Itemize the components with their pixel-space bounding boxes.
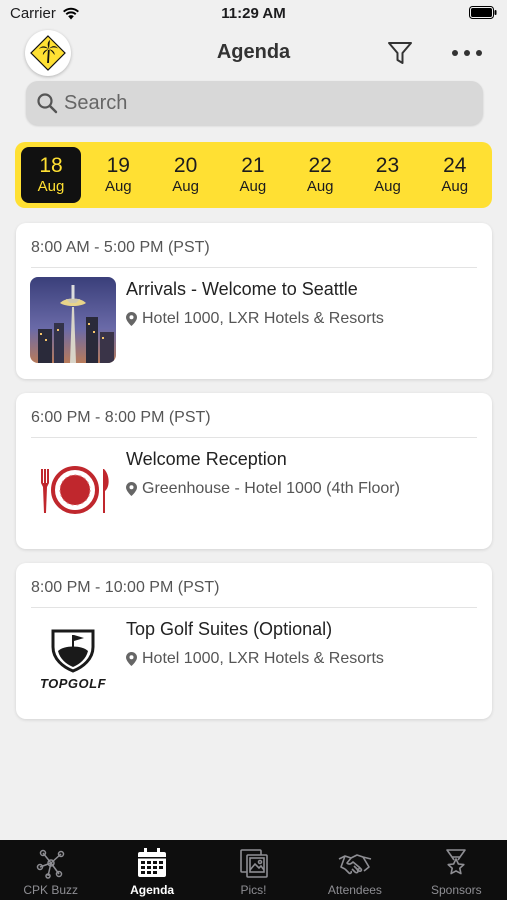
topgolf-logo-text: TOPGOLF xyxy=(39,676,107,691)
award-icon xyxy=(446,849,467,875)
date-month: Aug xyxy=(239,178,267,195)
date-item[interactable]: 23 Aug xyxy=(357,147,417,203)
card-divider xyxy=(31,267,477,268)
date-day: 24 xyxy=(443,154,467,177)
status-time: 11:29 AM xyxy=(221,5,286,22)
tab-bar: CPK Buzz Agenda Pics! Attendees Sponsors xyxy=(0,840,507,900)
event-location-text: Hotel 1000, LXR Hotels & Resorts xyxy=(142,310,384,327)
calendar-icon xyxy=(138,848,167,877)
tab-pics[interactable]: Pics! xyxy=(203,840,304,900)
event-time: 6:00 PM - 8:00 PM (PST) xyxy=(31,409,211,426)
date-selector: 18 Aug 19 Aug 20 Aug 21 Aug 22 Aug 23 Au… xyxy=(15,142,492,208)
tab-label: CPK Buzz xyxy=(23,883,79,897)
date-month: Aug xyxy=(104,178,132,195)
network-icon xyxy=(36,849,64,879)
tab-label: Sponsors xyxy=(430,883,482,897)
date-item-selected[interactable]: 18 Aug xyxy=(21,147,81,203)
tab-attendees[interactable]: Attendees xyxy=(304,840,405,900)
date-day: 19 xyxy=(106,154,130,177)
event-title: Top Golf Suites (Optional) xyxy=(126,619,333,639)
event-card[interactable]: 8:00 PM - 10:00 PM (PST) TOPGOLF Top Gol… xyxy=(16,563,492,719)
search-bar[interactable] xyxy=(26,81,483,125)
date-item[interactable]: 19 Aug xyxy=(88,147,148,203)
event-location: Greenhouse - Hotel 1000 (4th Floor) xyxy=(126,480,400,498)
location-pin-icon xyxy=(126,482,137,496)
date-day: 21 xyxy=(241,154,265,177)
status-bar: Carrier 11:29 AM xyxy=(0,0,507,28)
search-icon xyxy=(37,93,58,114)
event-location-text: Greenhouse - Hotel 1000 (4th Floor) xyxy=(142,480,400,497)
date-day: 18 xyxy=(39,154,63,177)
location-pin-icon xyxy=(126,312,137,326)
more-dot-icon xyxy=(452,50,458,56)
tab-label: Pics! xyxy=(240,883,267,897)
date-day: 22 xyxy=(308,154,332,177)
tab-sponsors[interactable]: Sponsors xyxy=(406,840,507,900)
more-dot-icon xyxy=(476,50,482,56)
space-needle-image xyxy=(30,277,116,363)
event-card[interactable]: 8:00 AM - 5:00 PM (PST) Arrivals - Welco… xyxy=(16,223,492,379)
date-day: 20 xyxy=(173,154,198,177)
header: Agenda xyxy=(0,28,507,78)
filter-icon xyxy=(388,42,412,64)
date-month: Aug xyxy=(441,178,469,195)
date-month: Aug xyxy=(172,178,199,195)
card-divider xyxy=(31,437,477,438)
battery-icon xyxy=(469,6,497,23)
event-title: Arrivals - Welcome to Seattle xyxy=(126,279,358,299)
search-input[interactable] xyxy=(64,91,464,115)
dining-icon xyxy=(30,447,116,533)
date-item[interactable]: 24 Aug xyxy=(425,147,485,203)
tab-label: Agenda xyxy=(130,883,175,897)
topgolf-logo: TOPGOLF xyxy=(30,617,116,703)
more-dot-icon xyxy=(464,50,470,56)
date-month: Aug xyxy=(37,178,65,195)
photos-icon xyxy=(239,849,268,878)
event-title: Welcome Reception xyxy=(126,449,287,469)
page-title: Agenda xyxy=(216,41,291,63)
event-card[interactable]: 6:00 PM - 8:00 PM (PST) Welcome Receptio… xyxy=(16,393,492,549)
event-time: 8:00 AM - 5:00 PM (PST) xyxy=(31,239,210,256)
location-pin-icon xyxy=(126,652,137,666)
event-location: Hotel 1000, LXR Hotels & Resorts xyxy=(126,310,384,328)
handshake-icon xyxy=(338,854,372,875)
date-item[interactable]: 20 Aug xyxy=(156,147,216,203)
tab-cpk-buzz[interactable]: CPK Buzz xyxy=(0,840,101,900)
filter-button[interactable] xyxy=(385,38,415,68)
date-month: Aug xyxy=(374,178,401,195)
date-month: Aug xyxy=(306,178,334,195)
more-options-button[interactable] xyxy=(452,40,482,66)
tab-label: Attendees xyxy=(327,883,382,897)
tab-agenda[interactable]: Agenda xyxy=(101,840,202,900)
date-item[interactable]: 21 Aug xyxy=(223,147,283,203)
event-location-text: Hotel 1000, LXR Hotels & Resorts xyxy=(142,650,384,667)
event-location: Hotel 1000, LXR Hotels & Resorts xyxy=(126,650,384,668)
card-divider xyxy=(31,607,477,608)
event-time: 8:00 PM - 10:00 PM (PST) xyxy=(31,579,220,596)
date-day: 23 xyxy=(375,154,400,177)
date-item[interactable]: 22 Aug xyxy=(290,147,350,203)
